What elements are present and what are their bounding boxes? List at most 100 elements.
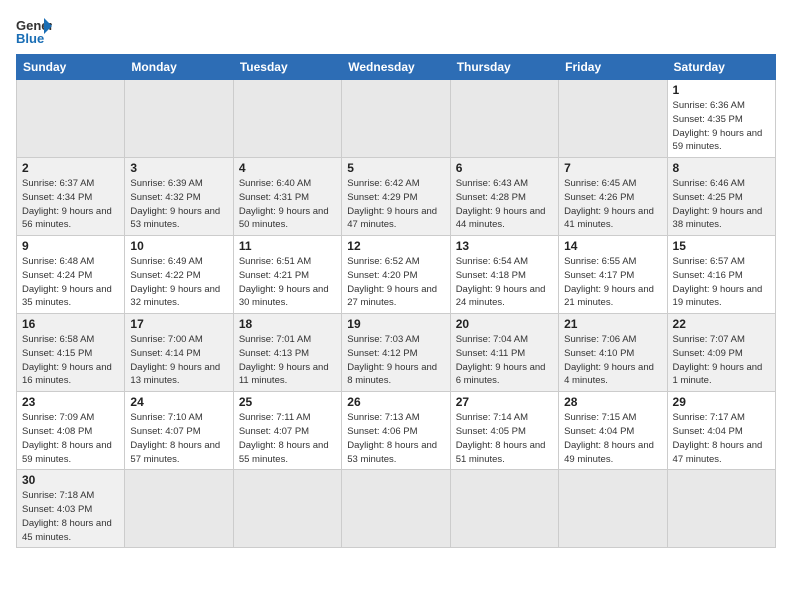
- calendar-cell: 7Sunrise: 6:45 AMSunset: 4:26 PMDaylight…: [559, 158, 667, 236]
- day-sun-info: Sunrise: 6:49 AMSunset: 4:22 PMDaylight:…: [130, 255, 227, 310]
- weekday-header-sunday: Sunday: [17, 55, 125, 80]
- calendar-week-row: 1Sunrise: 6:36 AMSunset: 4:35 PMDaylight…: [17, 80, 776, 158]
- calendar-cell: 17Sunrise: 7:00 AMSunset: 4:14 PMDayligh…: [125, 314, 233, 392]
- day-sun-info: Sunrise: 6:40 AMSunset: 4:31 PMDaylight:…: [239, 177, 336, 232]
- day-sun-info: Sunrise: 7:11 AMSunset: 4:07 PMDaylight:…: [239, 411, 336, 466]
- calendar-cell: [667, 470, 775, 548]
- day-number: 23: [22, 395, 119, 409]
- calendar-week-row: 9 Sunrise: 6:48 AMSunset: 4:24 PMDaylight…: [17, 236, 776, 314]
- day-sun-info: Sunrise: 6:57 AMSunset: 4:16 PMDaylight:…: [673, 255, 770, 310]
- calendar-cell: 1Sunrise: 6:36 AMSunset: 4:35 PMDaylight…: [667, 80, 775, 158]
- calendar-cell: [125, 470, 233, 548]
- day-number: 6: [456, 161, 553, 175]
- day-sun-info: Sunrise: 6:51 AMSunset: 4:21 PMDaylight:…: [239, 255, 336, 310]
- day-sun-info: Sunrise: 7:10 AMSunset: 4:07 PMDaylight:…: [130, 411, 227, 466]
- calendar-cell: 26Sunrise: 7:13 AMSunset: 4:06 PMDayligh…: [342, 392, 450, 470]
- day-sun-info: Sunrise: 7:03 AMSunset: 4:12 PMDaylight:…: [347, 333, 444, 388]
- calendar-cell: 10 Sunrise: 6:49 AMSunset: 4:22 PMDayligh…: [125, 236, 233, 314]
- weekday-header-friday: Friday: [559, 55, 667, 80]
- calendar-week-row: 2 Sunrise: 6:37 AMSunset: 4:34 PMDaylight…: [17, 158, 776, 236]
- day-number: 12: [347, 239, 444, 253]
- day-sun-info: Sunrise: 7:15 AMSunset: 4:04 PMDaylight:…: [564, 411, 661, 466]
- calendar-cell: 27 Sunrise: 7:14 AMSunset: 4:05 PMDayligh…: [450, 392, 558, 470]
- calendar-cell: 30Sunrise: 7:18 AMSunset: 4:03 PMDayligh…: [17, 470, 125, 548]
- calendar-cell: [559, 80, 667, 158]
- day-sun-info: Sunrise: 7:06 AMSunset: 4:10 PMDaylight:…: [564, 333, 661, 388]
- day-sun-info: Sunrise: 7:17 AMSunset: 4:04 PMDaylight:…: [673, 411, 770, 466]
- logo-icon: General Blue: [16, 16, 52, 46]
- day-number: 13: [456, 239, 553, 253]
- day-number: 9: [22, 239, 119, 253]
- day-number: 19: [347, 317, 444, 331]
- calendar-cell: [17, 80, 125, 158]
- calendar-cell: 14 Sunrise: 6:55 AMSunset: 4:17 PMDayligh…: [559, 236, 667, 314]
- calendar-week-row: 16Sunrise: 6:58 AMSunset: 4:15 PMDayligh…: [17, 314, 776, 392]
- day-sun-info: Sunrise: 7:09 AMSunset: 4:08 PMDaylight:…: [22, 411, 119, 466]
- calendar-cell: [559, 470, 667, 548]
- calendar-cell: [233, 80, 341, 158]
- calendar-cell: 13 Sunrise: 6:54 AMSunset: 4:18 PMDayligh…: [450, 236, 558, 314]
- calendar-week-row: 23 Sunrise: 7:09 AMSunset: 4:08 PMDayligh…: [17, 392, 776, 470]
- calendar-cell: 8 Sunrise: 6:46 AMSunset: 4:25 PMDaylight…: [667, 158, 775, 236]
- calendar-cell: [342, 470, 450, 548]
- calendar-cell: 28Sunrise: 7:15 AMSunset: 4:04 PMDayligh…: [559, 392, 667, 470]
- day-number: 8: [673, 161, 770, 175]
- day-sun-info: Sunrise: 6:43 AMSunset: 4:28 PMDaylight:…: [456, 177, 553, 232]
- calendar-cell: 16Sunrise: 6:58 AMSunset: 4:15 PMDayligh…: [17, 314, 125, 392]
- day-sun-info: Sunrise: 6:52 AMSunset: 4:20 PMDaylight:…: [347, 255, 444, 310]
- day-number: 22: [673, 317, 770, 331]
- day-sun-info: Sunrise: 6:54 AMSunset: 4:18 PMDaylight:…: [456, 255, 553, 310]
- day-sun-info: Sunrise: 6:55 AMSunset: 4:17 PMDaylight:…: [564, 255, 661, 310]
- day-number: 11: [239, 239, 336, 253]
- weekday-header-saturday: Saturday: [667, 55, 775, 80]
- day-number: 2: [22, 161, 119, 175]
- calendar-cell: [233, 470, 341, 548]
- day-number: 29: [673, 395, 770, 409]
- day-sun-info: Sunrise: 7:00 AMSunset: 4:14 PMDaylight:…: [130, 333, 227, 388]
- day-sun-info: Sunrise: 6:46 AMSunset: 4:25 PMDaylight:…: [673, 177, 770, 232]
- day-number: 4: [239, 161, 336, 175]
- calendar-cell: 9 Sunrise: 6:48 AMSunset: 4:24 PMDaylight…: [17, 236, 125, 314]
- day-number: 30: [22, 473, 119, 487]
- day-number: 1: [673, 83, 770, 97]
- calendar-cell: 23 Sunrise: 7:09 AMSunset: 4:08 PMDayligh…: [17, 392, 125, 470]
- logo: General Blue: [16, 16, 52, 46]
- day-sun-info: Sunrise: 6:45 AMSunset: 4:26 PMDaylight:…: [564, 177, 661, 232]
- day-sun-info: Sunrise: 7:13 AMSunset: 4:06 PMDaylight:…: [347, 411, 444, 466]
- calendar-cell: 20 Sunrise: 7:04 AMSunset: 4:11 PMDayligh…: [450, 314, 558, 392]
- day-number: 14: [564, 239, 661, 253]
- calendar-header-row: SundayMondayTuesdayWednesdayThursdayFrid…: [17, 55, 776, 80]
- calendar-cell: 12 Sunrise: 6:52 AMSunset: 4:20 PMDayligh…: [342, 236, 450, 314]
- weekday-header-thursday: Thursday: [450, 55, 558, 80]
- calendar-table: SundayMondayTuesdayWednesdayThursdayFrid…: [16, 54, 776, 548]
- calendar-cell: 29 Sunrise: 7:17 AMSunset: 4:04 PMDayligh…: [667, 392, 775, 470]
- weekday-header-tuesday: Tuesday: [233, 55, 341, 80]
- day-sun-info: Sunrise: 7:04 AMSunset: 4:11 PMDaylight:…: [456, 333, 553, 388]
- svg-text:Blue: Blue: [16, 31, 44, 46]
- calendar-cell: 21 Sunrise: 7:06 AMSunset: 4:10 PMDayligh…: [559, 314, 667, 392]
- calendar-cell: 25Sunrise: 7:11 AMSunset: 4:07 PMDayligh…: [233, 392, 341, 470]
- day-number: 21: [564, 317, 661, 331]
- calendar-cell: 2 Sunrise: 6:37 AMSunset: 4:34 PMDaylight…: [17, 158, 125, 236]
- calendar-cell: 19 Sunrise: 7:03 AMSunset: 4:12 PMDayligh…: [342, 314, 450, 392]
- calendar-cell: 11 Sunrise: 6:51 AMSunset: 4:21 PMDayligh…: [233, 236, 341, 314]
- day-number: 16: [22, 317, 119, 331]
- calendar-cell: [450, 470, 558, 548]
- calendar-cell: 22Sunrise: 7:07 AMSunset: 4:09 PMDayligh…: [667, 314, 775, 392]
- day-number: 10: [130, 239, 227, 253]
- calendar-week-row: 30Sunrise: 7:18 AMSunset: 4:03 PMDayligh…: [17, 470, 776, 548]
- day-sun-info: Sunrise: 7:01 AMSunset: 4:13 PMDaylight:…: [239, 333, 336, 388]
- day-sun-info: Sunrise: 6:37 AMSunset: 4:34 PMDaylight:…: [22, 177, 119, 232]
- day-sun-info: Sunrise: 6:39 AMSunset: 4:32 PMDaylight:…: [130, 177, 227, 232]
- calendar-cell: 3 Sunrise: 6:39 AMSunset: 4:32 PMDaylight…: [125, 158, 233, 236]
- day-number: 3: [130, 161, 227, 175]
- calendar-cell: [125, 80, 233, 158]
- day-sun-info: Sunrise: 7:14 AMSunset: 4:05 PMDaylight:…: [456, 411, 553, 466]
- day-sun-info: Sunrise: 6:48 AMSunset: 4:24 PMDaylight:…: [22, 255, 119, 310]
- day-number: 27: [456, 395, 553, 409]
- day-number: 20: [456, 317, 553, 331]
- calendar-cell: [342, 80, 450, 158]
- day-sun-info: Sunrise: 6:42 AMSunset: 4:29 PMDaylight:…: [347, 177, 444, 232]
- day-number: 24: [130, 395, 227, 409]
- calendar-cell: [450, 80, 558, 158]
